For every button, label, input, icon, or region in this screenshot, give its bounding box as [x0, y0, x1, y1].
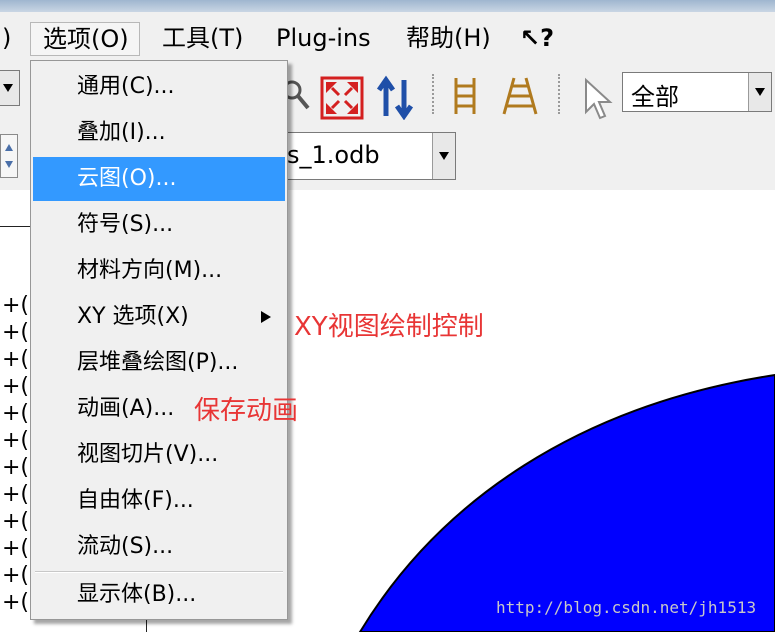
tree-row[interactable]: +(	[2, 537, 29, 561]
menu-item-overlay[interactable]: 叠加(I)...	[33, 111, 285, 155]
toolbar-separator	[432, 74, 434, 114]
menu-bar: ) 选项(O) 工具(T) Plug-ins 帮助(H) ↖?	[0, 12, 775, 63]
tree-row[interactable]: +(	[2, 483, 29, 507]
spinner[interactable]	[0, 134, 18, 178]
chevron-down-icon[interactable]	[0, 71, 19, 105]
selection-filter-value: 全部	[631, 83, 679, 111]
tree-row[interactable]: +(	[2, 456, 29, 480]
submenu-arrow-icon	[261, 311, 271, 323]
title-bar	[0, 0, 775, 12]
tree-row[interactable]: +(	[2, 321, 29, 345]
tree-row[interactable]: +(	[2, 402, 29, 426]
tree-row[interactable]: +(	[2, 564, 29, 588]
menu-item-stream[interactable]: 流动(S)...	[33, 525, 285, 569]
watermark-text: http://blog.csdn.net/jh1513	[496, 598, 757, 617]
context-help-button[interactable]: ↖?	[514, 22, 560, 56]
menu-item-material-orientation[interactable]: 材料方向(M)...	[33, 249, 285, 293]
spinner-arrows-icon[interactable]	[1, 135, 17, 177]
chevron-down-icon[interactable]	[748, 73, 771, 111]
toolbar-separator	[558, 74, 560, 114]
select-arrow-icon[interactable]	[582, 76, 616, 122]
tree-row[interactable]: +(	[2, 510, 29, 534]
menu-options[interactable]: 选项(O)	[30, 22, 140, 56]
tree-divider	[0, 226, 30, 227]
menu-help[interactable]: 帮助(H)	[400, 22, 497, 56]
tree-row[interactable]: +(	[2, 294, 29, 318]
selection-filter-combo[interactable]: 全部	[622, 72, 772, 112]
tree-row[interactable]: +(	[2, 429, 29, 453]
tree-row[interactable]: +(	[2, 348, 29, 372]
menu-view[interactable]: )	[0, 22, 17, 56]
menu-item-ply-stack-plot[interactable]: 层堆叠绘图(P)...	[33, 341, 285, 385]
annotation-save-animation: 保存动画	[194, 396, 299, 426]
menu-item-xy-options-label: XY 选项(X)	[77, 304, 189, 329]
options-dropdown-menu: 通用(C)... 叠加(I)... 云图(O)... 符号(S)... 材料方向…	[30, 60, 288, 620]
odb-file-combo[interactable]: s_1.odb	[280, 132, 456, 180]
parallel-view-icon[interactable]	[448, 74, 482, 118]
left-combo[interactable]	[0, 70, 20, 106]
menu-item-view-cut[interactable]: 视图切片(V)...	[33, 433, 285, 477]
menu-item-free-body[interactable]: 自由体(F)...	[33, 479, 285, 523]
auto-fit-icon[interactable]	[320, 76, 366, 122]
tree-row[interactable]: +(	[2, 591, 29, 615]
model-part-shape	[358, 373, 775, 632]
swap-up-down-icon[interactable]	[376, 74, 416, 120]
menu-item-display-body[interactable]: 显示体(B)...	[33, 573, 285, 617]
menu-item-general[interactable]: 通用(C)...	[33, 65, 285, 109]
chevron-down-icon[interactable]	[432, 133, 455, 179]
menu-item-contour[interactable]: 云图(O)...	[33, 157, 285, 201]
menu-tools[interactable]: 工具(T)	[156, 22, 249, 56]
perspective-view-icon[interactable]	[498, 74, 542, 118]
menu-item-symbol[interactable]: 符号(S)...	[33, 203, 285, 247]
menu-plugins[interactable]: Plug-ins	[270, 22, 377, 56]
menu-item-xy-options[interactable]: XY 选项(X)	[33, 295, 285, 339]
odb-file-value: s_1.odb	[287, 141, 380, 169]
tree-row[interactable]: +(	[2, 375, 29, 399]
annotation-xy-control: XY视图绘制控制	[294, 312, 484, 342]
zoom-icon[interactable]	[284, 76, 314, 116]
